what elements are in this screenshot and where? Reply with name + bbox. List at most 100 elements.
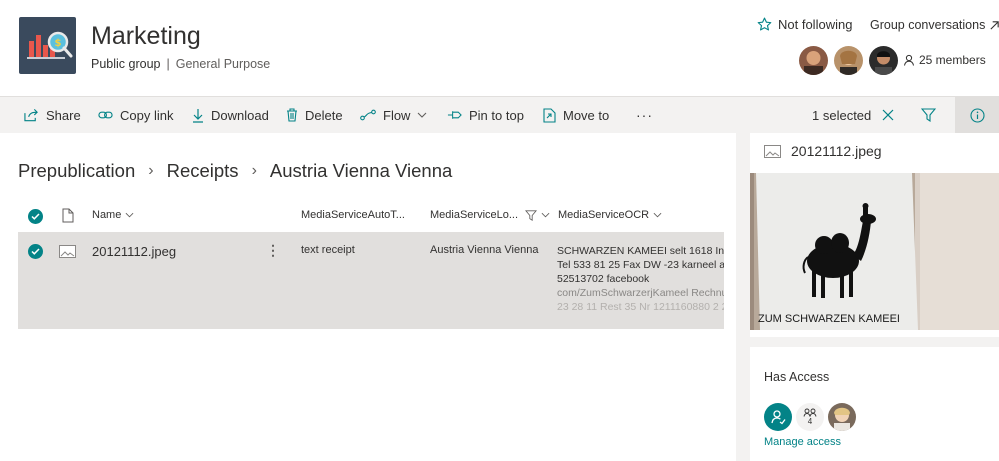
download-button[interactable]: Download xyxy=(192,97,269,133)
chevron-down-icon xyxy=(418,112,427,118)
share-label: Share xyxy=(46,107,81,123)
chart-magnifier-icon: $ xyxy=(27,31,73,59)
group-conversations-label: Group conversations xyxy=(870,18,986,32)
share-icon xyxy=(24,108,38,122)
autotags-column-label: MediaServiceAutoT... xyxy=(301,209,405,221)
filter-icon xyxy=(525,209,538,221)
autotags-column-header[interactable]: MediaServiceAutoT... xyxy=(301,209,405,221)
owner-access-icon[interactable] xyxy=(764,403,792,431)
pin-icon xyxy=(447,111,462,119)
group-count: 4 xyxy=(807,417,813,426)
name-column-header[interactable]: Name xyxy=(92,209,134,221)
breadcrumb-current: Austria Vienna Vienna xyxy=(269,160,453,181)
delete-label: Delete xyxy=(305,107,343,123)
autotags-cell: text receipt xyxy=(301,244,355,256)
group-access-icon[interactable]: 4 xyxy=(796,403,824,431)
details-file-name: 20121112.jpeg xyxy=(791,143,882,159)
info-pane-button[interactable] xyxy=(955,97,999,133)
info-icon xyxy=(969,107,985,123)
download-label: Download xyxy=(211,107,269,123)
filter-icon xyxy=(921,108,936,122)
avatar[interactable] xyxy=(828,403,856,431)
trash-icon xyxy=(287,108,297,122)
avatar[interactable] xyxy=(869,46,898,75)
breadcrumb-item[interactable]: Receipts xyxy=(167,160,239,182)
delete-button[interactable]: Delete xyxy=(286,97,343,133)
share-button[interactable]: Share xyxy=(24,97,81,133)
selected-count: 1 selected xyxy=(812,107,872,123)
follow-label: Not following xyxy=(778,17,853,32)
chevron-down-icon xyxy=(541,212,550,218)
privacy-label: Public group xyxy=(91,57,161,71)
select-all-checkbox[interactable] xyxy=(28,209,43,224)
classification-label: General Purpose xyxy=(175,57,271,71)
pin-to-top-label: Pin to top xyxy=(469,107,524,123)
avatar[interactable] xyxy=(834,46,863,75)
name-column-label: Name xyxy=(92,209,122,221)
ocr-line: 52513702 facebook xyxy=(557,273,650,285)
copy-link-label: Copy link xyxy=(120,107,174,123)
move-to-label: Move to xyxy=(563,107,610,123)
details-pane: 20121112.jpeg ZUM SCHWARZEN KAMEEI Has A… xyxy=(736,133,999,461)
avatar[interactable] xyxy=(799,46,828,75)
arrow-up-right-icon xyxy=(990,20,999,30)
table-row[interactable]: 20121112.jpeg ⋮ text receipt Austria Vie… xyxy=(18,232,724,329)
flow-label: Flow xyxy=(383,107,411,123)
ocr-line: com/ZumSchwarzerjKameel Rechnung xyxy=(557,287,724,299)
members-button[interactable]: 25 members xyxy=(903,53,986,67)
manage-access-link[interactable]: Manage access xyxy=(764,436,841,448)
site-subtitle: Public group | General Purpose xyxy=(91,57,270,71)
ocr-line: SCHWARZEN KAMEEI selt 1618 In Wie xyxy=(557,245,724,257)
details-pane-content: 20121112.jpeg ZUM SCHWARZEN KAMEEI Has A… xyxy=(750,133,999,461)
chevron-down-icon xyxy=(653,212,662,218)
flow-button[interactable]: Flow xyxy=(360,97,427,133)
image-file-icon xyxy=(764,144,781,158)
people-icon xyxy=(803,408,817,417)
command-bar: Share Copy link Download Delete Flow Pin… xyxy=(0,96,999,133)
checkmark-icon xyxy=(28,209,43,224)
file-type-column-header[interactable] xyxy=(62,208,74,223)
image-file-icon xyxy=(59,245,76,261)
person-icon xyxy=(904,54,914,66)
breadcrumb-item[interactable]: Prepublication xyxy=(18,160,135,182)
file-name-link[interactable]: 20121112.jpeg xyxy=(92,244,176,259)
close-icon[interactable] xyxy=(882,109,894,121)
filter-button[interactable] xyxy=(921,97,936,133)
download-icon xyxy=(193,108,203,123)
location-cell: Austria Vienna Vienna xyxy=(430,244,539,256)
flow-icon xyxy=(360,109,376,121)
row-checkbox[interactable] xyxy=(28,244,43,259)
chevron-right-icon: › xyxy=(251,162,257,179)
svg-text:$: $ xyxy=(55,38,62,49)
access-avatars: 4 xyxy=(764,403,856,431)
location-column-header[interactable]: MediaServiceLo... xyxy=(430,209,550,221)
row-more-options-button[interactable]: ⋮ xyxy=(266,242,280,259)
ocr-column-header[interactable]: MediaServiceOCR xyxy=(558,209,662,221)
pin-to-top-button[interactable]: Pin to top xyxy=(447,97,524,133)
ocr-cell: SCHWARZEN KAMEEI selt 1618 In Wie Tel 53… xyxy=(557,244,724,314)
location-column-label: MediaServiceLo... xyxy=(430,209,519,221)
follow-button[interactable]: Not following xyxy=(757,17,852,32)
move-file-icon xyxy=(543,107,556,123)
site-logo[interactable]: $ xyxy=(19,17,76,74)
subtitle-separator: | xyxy=(166,57,170,71)
copy-link-button[interactable]: Copy link xyxy=(98,97,173,133)
ocr-line: 23 28 11 Rest 35 Nr 1211160880 2 2 1 xyxy=(557,301,724,313)
has-access-heading: Has Access xyxy=(764,370,830,384)
chevron-down-icon xyxy=(125,212,134,218)
checkmark-icon xyxy=(28,244,43,259)
preview-caption: ZUM SCHWARZEN KAMEEI xyxy=(758,313,900,325)
member-avatars[interactable] xyxy=(799,46,898,75)
site-header: $ Marketing Public group | General Purpose… xyxy=(0,0,999,96)
more-commands-button[interactable]: ··· xyxy=(636,97,653,133)
details-file-header: 20121112.jpeg xyxy=(764,143,882,159)
group-conversations-link[interactable]: Group conversations xyxy=(870,18,999,32)
site-title: Marketing xyxy=(91,22,201,50)
members-label: 25 members xyxy=(919,53,986,67)
file-preview-image[interactable]: ZUM SCHWARZEN KAMEEI xyxy=(750,173,999,330)
move-to-button[interactable]: Move to xyxy=(543,97,609,133)
document-icon xyxy=(62,208,74,223)
pane-divider xyxy=(750,337,999,347)
ocr-column-label: MediaServiceOCR xyxy=(558,209,650,221)
link-icon xyxy=(98,111,113,119)
